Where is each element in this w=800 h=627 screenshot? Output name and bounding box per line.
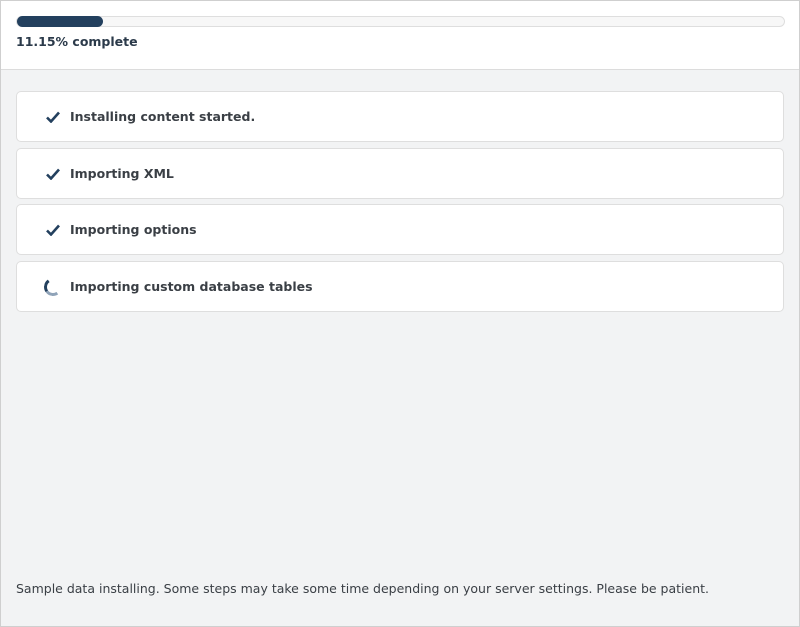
- progress-bar-fill: [17, 16, 103, 27]
- installer-panel: 11.15% complete Installing content start…: [0, 0, 800, 627]
- check-icon: [44, 221, 62, 239]
- progress-header: 11.15% complete: [1, 1, 799, 70]
- step-item: Installing content started.: [16, 91, 784, 142]
- check-icon: [44, 108, 62, 126]
- step-item: Importing options: [16, 204, 784, 255]
- step-label: Importing XML: [70, 166, 174, 181]
- step-item: Importing custom database tables: [16, 261, 784, 312]
- check-icon: [44, 165, 62, 183]
- step-label: Importing options: [70, 222, 197, 237]
- step-label: Installing content started.: [70, 109, 256, 124]
- spinner-icon: [42, 276, 64, 297]
- progress-bar: [16, 16, 785, 27]
- step-item: Importing XML: [16, 148, 784, 199]
- step-label: Importing custom database tables: [70, 279, 313, 294]
- progress-label: 11.15% complete: [16, 34, 138, 49]
- footer-note: Sample data installing. Some steps may t…: [16, 581, 710, 596]
